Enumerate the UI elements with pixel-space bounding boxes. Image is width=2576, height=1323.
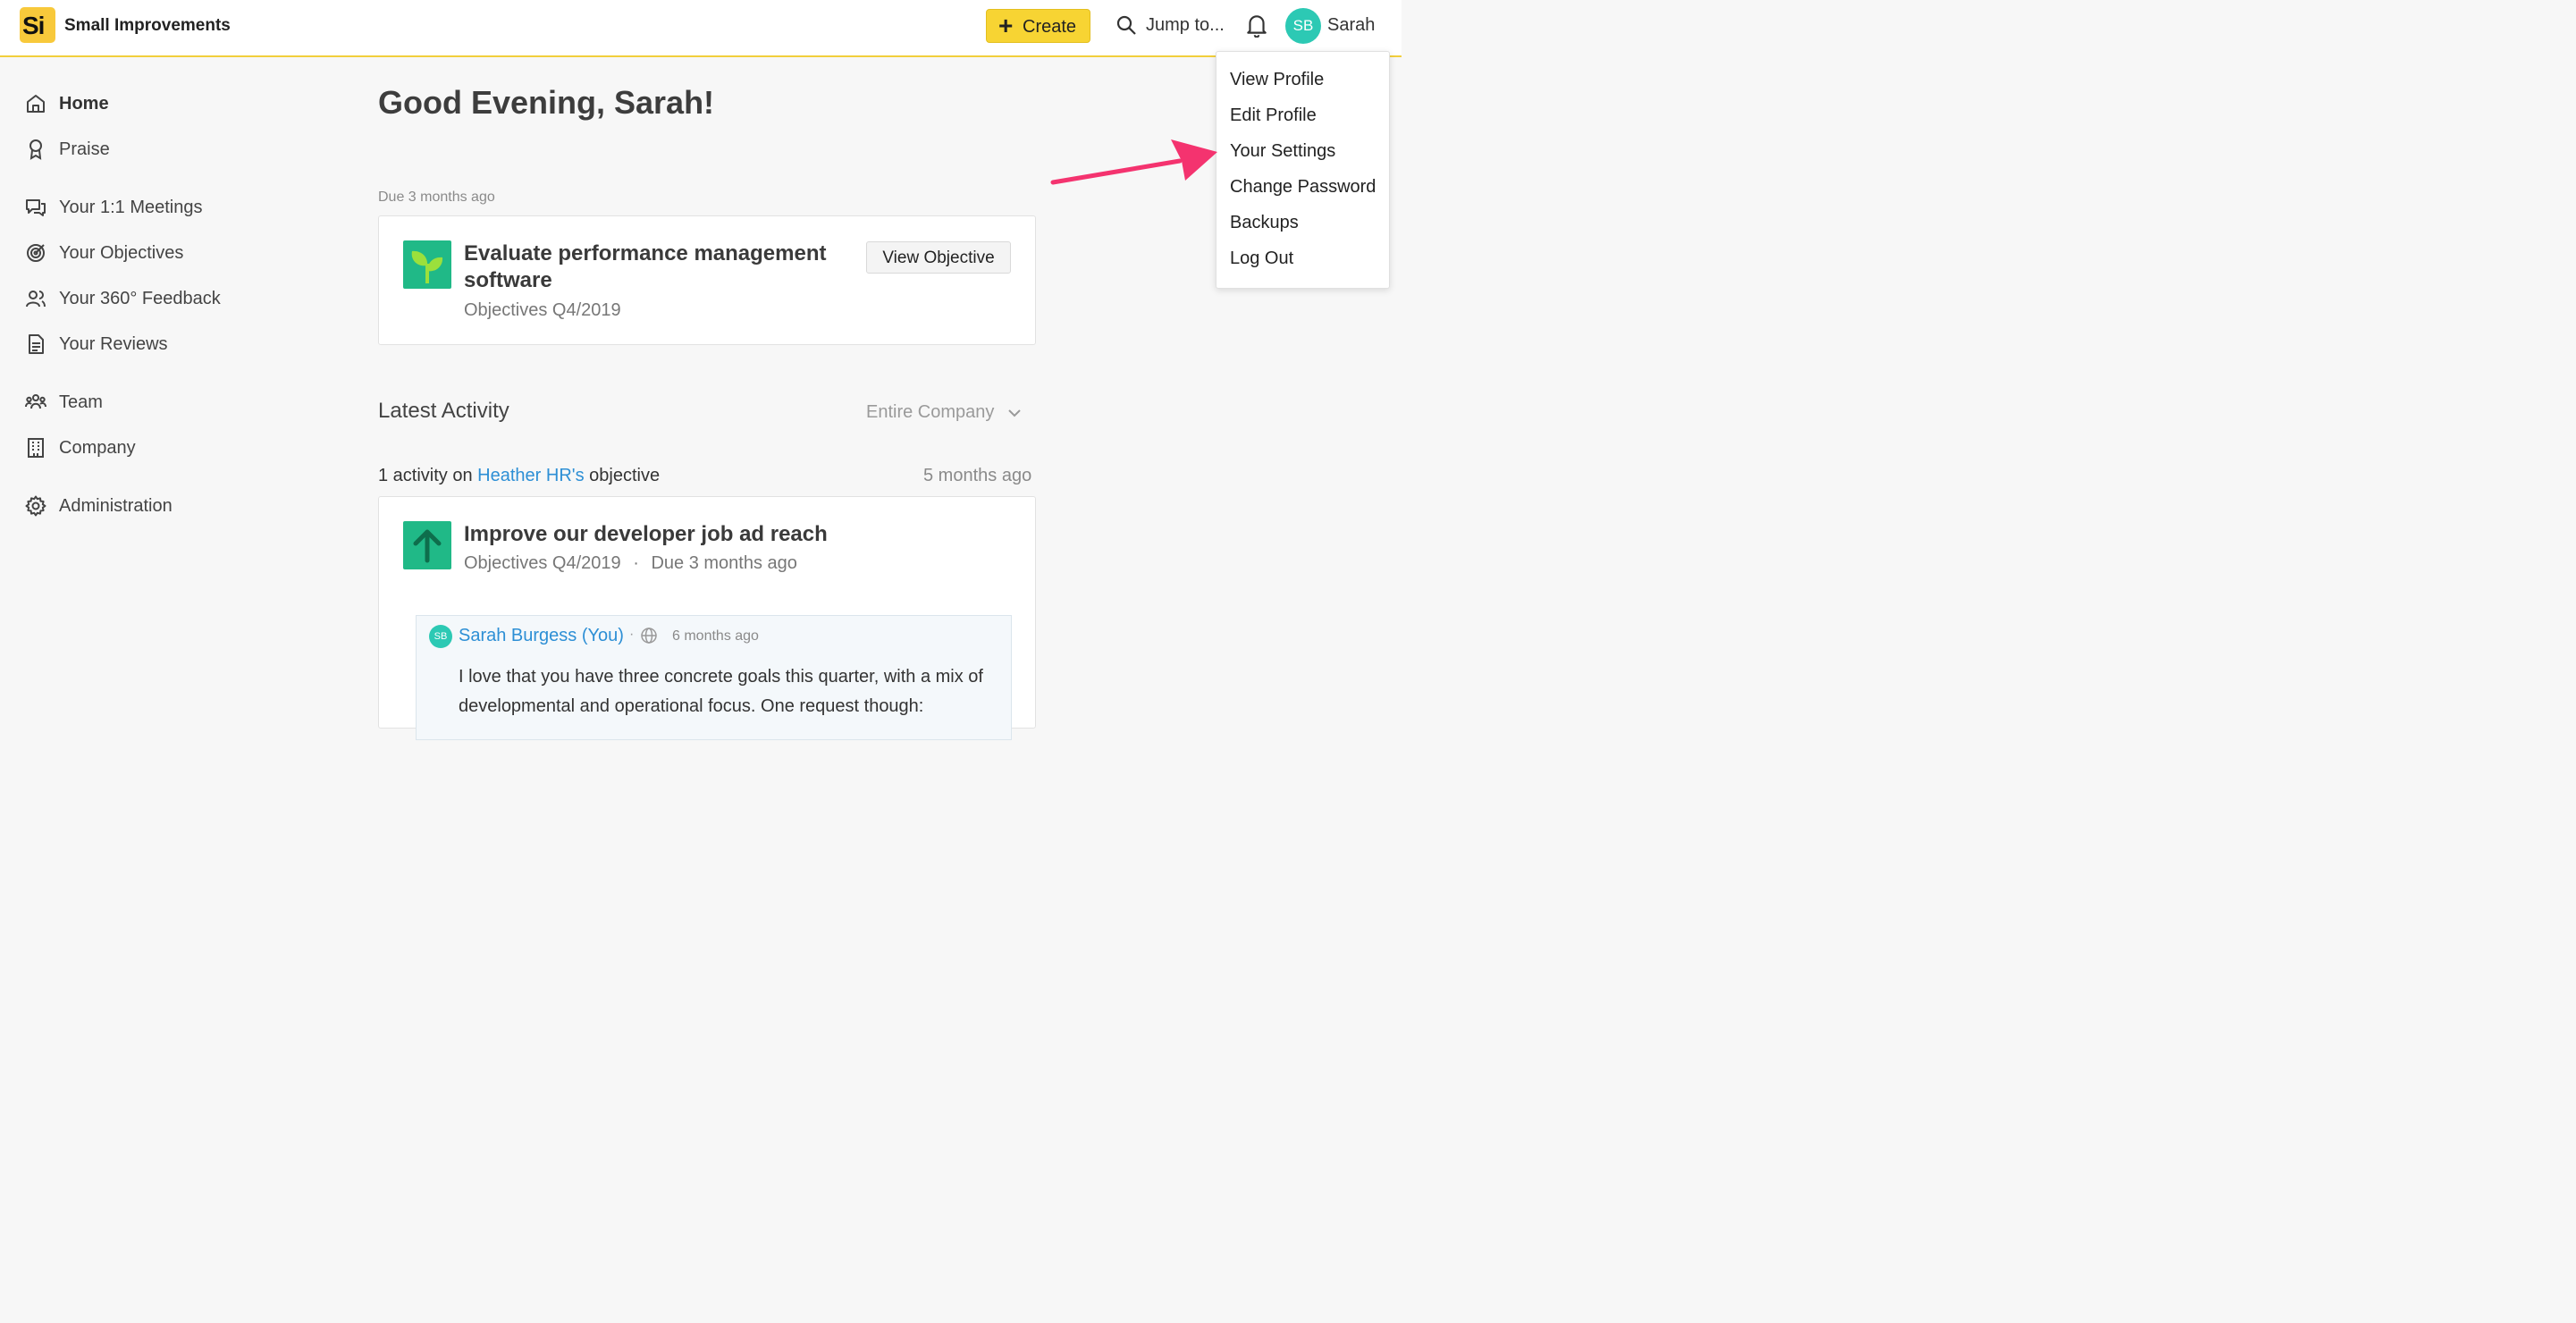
sidebar-item-label: Your Reviews [59,334,168,354]
people-icon [26,291,46,308]
team-icon [25,394,46,409]
sidebar-item-label: Praise [59,139,110,159]
create-label: Create [1023,17,1077,37]
activity-prefix: 1 activity on [378,466,473,485]
sidebar-item-label: Home [59,94,109,114]
menu-item-log-out[interactable]: Log Out [1230,249,1293,269]
target-icon [27,244,45,262]
activity-owner-link[interactable]: Heather HR's [477,466,584,485]
objective-cycle: Objectives Q4/2019 [464,300,621,320]
menu-item-view-profile[interactable]: View Profile [1230,70,1324,90]
activity-objective-meta: Objectives Q4/2019 · Due 3 months ago [464,553,797,574]
comment-text: I love that you have three concrete goal… [459,667,983,716]
comment-time: 6 months ago [672,628,759,644]
chat-icon [26,199,46,216]
menu-item-edit-profile[interactable]: Edit Profile [1230,105,1317,126]
document-icon [29,334,44,354]
user-dropdown-menu: View Profile Edit Profile Your Settings … [1216,51,1390,289]
search-icon[interactable] [1115,14,1137,36]
globe-icon [641,628,657,644]
sidebar-item-label: Your 1:1 Meetings [59,198,203,217]
arrow-up-icon [403,521,451,569]
separator: · [629,627,635,642]
logo-text: Si [22,12,45,39]
separator: · [633,553,639,573]
comment: SB Sarah Burgess (You) · 6 months ago I … [416,615,1012,740]
comment-author-link[interactable]: Sarah Burgess (You) [459,626,624,646]
activity-suffix: objective [589,466,661,485]
activity-due: Due 3 months ago [651,553,797,573]
menu-item-your-settings[interactable]: Your Settings [1230,141,1335,162]
user-menu-name[interactable]: Sarah [1327,15,1375,36]
activity-objective-title[interactable]: Improve our developer job ad reach [464,521,828,548]
page-title: Good Evening, Sarah! [378,84,715,121]
sidebar-item-label: Your 360° Feedback [59,289,221,308]
sidebar-item-label: Team [59,392,103,412]
due-label: Due 3 months ago [378,190,495,205]
view-objective-button[interactable]: View Objective [866,241,1011,274]
objective-card: Evaluate performance management software… [378,215,1036,345]
gear-icon [25,495,46,517]
latest-activity-heading: Latest Activity [378,399,509,423]
sprout-icon [403,240,451,289]
comment-avatar[interactable]: SB [429,625,452,648]
menu-item-change-password[interactable]: Change Password [1230,177,1376,198]
filter-label: Entire Company [866,402,995,422]
create-button[interactable]: + Create [986,9,1090,43]
activity-time: 5 months ago [923,466,1032,485]
jump-to-search[interactable]: Jump to... [1146,15,1225,36]
plus-icon: + [998,12,1014,39]
sidebar-item-label: Your Objectives [59,243,184,263]
activity-card: Improve our developer job ad reach Objec… [378,496,1036,740]
home-icon [27,95,45,113]
activity-filter-dropdown[interactable]: Entire Company [866,402,1021,423]
activity-summary: 1 activity on Heather HR's objective [378,466,660,486]
award-icon [29,139,42,160]
building-icon [28,438,44,458]
top-bar: Si Small Improvements + Create Jump to..… [0,0,1402,57]
menu-item-backups[interactable]: Backups [1230,213,1299,233]
user-avatar[interactable]: SB [1285,8,1321,44]
objective-title[interactable]: Evaluate performance management software [464,240,848,294]
chevron-down-icon [1008,409,1021,417]
activity-cycle: Objectives Q4/2019 [464,553,621,573]
sidebar-item-label: Company [59,438,136,458]
annotation-arrow-icon [1050,139,1217,185]
bell-icon[interactable] [1245,13,1268,38]
brand-name[interactable]: Small Improvements [64,16,231,36]
sidebar-item-label: Administration [59,496,173,516]
logo-icon[interactable]: Si [20,7,55,43]
